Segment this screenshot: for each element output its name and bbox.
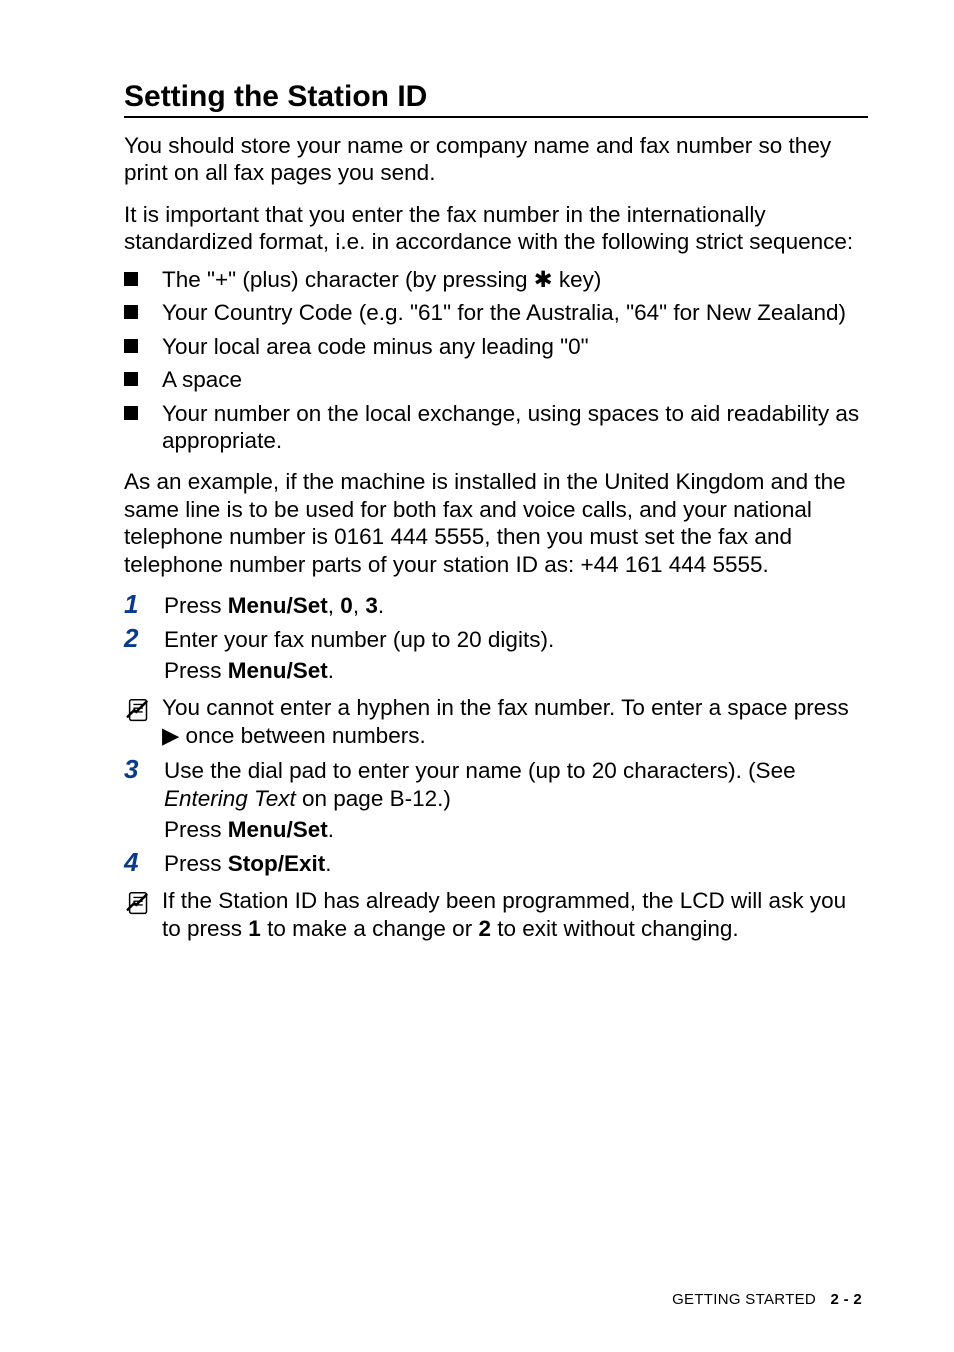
note-2: If the Station ID has already been progr… xyxy=(124,887,868,942)
list-item: A space xyxy=(124,366,868,393)
step-text: Press xyxy=(164,658,228,683)
key-label: Menu/Set xyxy=(228,817,328,842)
note-icon xyxy=(124,696,158,731)
note-icon xyxy=(124,889,158,924)
step-text: Enter your fax number (up to 20 digits). xyxy=(164,627,554,652)
step-text: . xyxy=(328,817,334,842)
step-text: . xyxy=(378,593,384,618)
step-text: , xyxy=(353,593,366,618)
step-body: Press Stop/Exit. xyxy=(164,850,332,877)
list-item: The "+" (plus) character (by pressing ✱ … xyxy=(124,266,868,293)
step-body: Use the dial pad to enter your name (up … xyxy=(164,757,868,843)
step-body: Enter your fax number (up to 20 digits).… xyxy=(164,626,554,685)
intro-paragraph-2: It is important that you enter the fax n… xyxy=(124,201,868,256)
reference-italic: Entering Text xyxy=(164,786,296,811)
key-label: Stop/Exit xyxy=(228,851,326,876)
steps-list: 1 Press Menu/Set, 0, 3. 2 Enter your fax… xyxy=(124,590,868,684)
step-text: on page B-12.) xyxy=(296,786,451,811)
key-label: 2 xyxy=(478,916,491,941)
step-body: Press Menu/Set, 0, 3. xyxy=(164,592,384,619)
key-label: 1 xyxy=(248,916,261,941)
step-text: Press xyxy=(164,817,228,842)
step-number: 1 xyxy=(124,590,164,619)
page-footer: GETTING STARTED 2 - 2 xyxy=(672,1291,862,1308)
sequence-list: The "+" (plus) character (by pressing ✱ … xyxy=(124,266,868,455)
step-4: 4 Press Stop/Exit. xyxy=(124,848,868,877)
intro-paragraph-1: You should store your name or company na… xyxy=(124,132,868,187)
step-1: 1 Press Menu/Set, 0, 3. xyxy=(124,590,868,619)
key-label: 3 xyxy=(365,593,378,618)
list-item: Your Country Code (e.g. "61" for the Aus… xyxy=(124,299,868,326)
step-3: 3 Use the dial pad to enter your name (u… xyxy=(124,755,868,843)
step-text: Press xyxy=(164,593,228,618)
key-label: Menu/Set xyxy=(228,593,328,618)
note-1: You cannot enter a hyphen in the fax num… xyxy=(124,694,868,749)
step-2: 2 Enter your fax number (up to 20 digits… xyxy=(124,624,868,685)
key-label: 0 xyxy=(340,593,353,618)
step-text: . xyxy=(328,658,334,683)
note-text: If the Station ID has already been progr… xyxy=(162,887,868,942)
step-text: , xyxy=(328,593,341,618)
list-item: Your local area code minus any leading "… xyxy=(124,333,868,360)
step-text: . xyxy=(325,851,331,876)
key-label: Menu/Set xyxy=(228,658,328,683)
step-text: Press xyxy=(164,851,228,876)
step-number: 2 xyxy=(124,624,164,653)
note-text-part: to exit without changing. xyxy=(491,916,739,941)
steps-list-continued: 3 Use the dial pad to enter your name (u… xyxy=(124,755,868,877)
step-text: Use the dial pad to enter your name (up … xyxy=(164,758,796,783)
example-paragraph: As an example, if the machine is install… xyxy=(124,468,868,578)
footer-section-label: GETTING STARTED xyxy=(672,1291,816,1308)
step-number: 4 xyxy=(124,848,164,877)
list-item: Your number on the local exchange, using… xyxy=(124,400,868,455)
page-title: Setting the Station ID xyxy=(124,80,868,118)
footer-page-number: 2 - 2 xyxy=(830,1291,862,1308)
note-text-part: to make a change or xyxy=(261,916,479,941)
note-text: You cannot enter a hyphen in the fax num… xyxy=(162,694,868,749)
step-number: 3 xyxy=(124,755,164,784)
